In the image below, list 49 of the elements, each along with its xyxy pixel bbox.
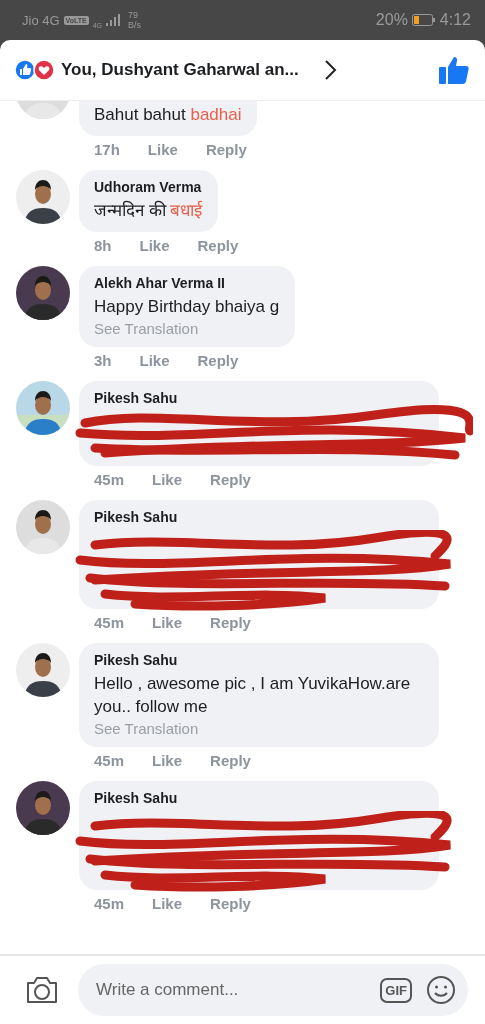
like-link[interactable]: Like: [147, 141, 178, 158]
like-link[interactable]: Like: [152, 752, 183, 769]
reply-link[interactable]: Reply: [205, 141, 247, 158]
like-link[interactable]: Like: [152, 471, 183, 488]
like-reaction-icon: [14, 59, 36, 81]
reply-link[interactable]: Reply: [210, 614, 251, 631]
commenter-name[interactable]: Alekh Ahar Verma II: [94, 275, 280, 291]
carrier-label: Jio 4G: [22, 12, 60, 28]
like-link[interactable]: Like: [152, 895, 183, 912]
reply-link[interactable]: Reply: [210, 471, 251, 488]
thumbs-up-icon[interactable]: [439, 56, 469, 84]
commenter-name[interactable]: Pikesh Sahu: [94, 390, 423, 406]
commenter-name[interactable]: Udhoram Verma: [94, 179, 203, 195]
like-link[interactable]: Like: [139, 237, 170, 254]
comment-time: 45m: [94, 895, 125, 912]
reactions-summary[interactable]: You, Dushyant Gaharwal an...: [61, 60, 299, 80]
signal-icon: [106, 14, 121, 26]
see-translation-link[interactable]: See Translation: [94, 720, 423, 737]
comment-time: 8h: [94, 237, 112, 254]
reply-link[interactable]: Reply: [197, 352, 239, 369]
commenter-name[interactable]: Pikesh Sahu: [94, 790, 423, 806]
comment-time: 45m: [94, 752, 125, 769]
comment-text: जन्मदिन की बधाई: [94, 199, 203, 222]
see-translation-link[interactable]: See Translation: [94, 320, 280, 337]
comment-time: 17h: [94, 141, 120, 158]
comment-time: 3h: [94, 352, 112, 369]
chevron-right-icon[interactable]: [322, 59, 337, 81]
love-reaction-icon: [33, 59, 55, 81]
reply-link[interactable]: Reply: [197, 237, 239, 254]
reply-link[interactable]: Reply: [210, 752, 251, 769]
speed-unit: B/s: [128, 20, 142, 30]
like-link[interactable]: Like: [152, 614, 183, 631]
commenter-name[interactable]: Pikesh Sahu: [94, 509, 423, 525]
clock: 4:12: [439, 11, 471, 29]
reply-link[interactable]: Reply: [210, 895, 251, 912]
commenter-name[interactable]: Pikesh Sahu: [94, 652, 423, 668]
speed-value: 79: [128, 10, 140, 20]
comment-text: Happy Birthday bhaiya g: [94, 296, 280, 318]
like-link[interactable]: Like: [139, 352, 170, 369]
gif-button[interactable]: GIF: [380, 977, 412, 1003]
camera-icon[interactable]: [26, 976, 58, 1004]
comment-text: Hello , awesome pic , I am YuvikaHow.are you.. follow me: [94, 673, 412, 718]
battery-icon: [411, 14, 436, 26]
battery-percent: 20%: [375, 11, 408, 29]
emoji-icon[interactable]: [426, 975, 456, 1005]
comment-text: Bahut bahut badhai: [94, 104, 242, 126]
comment-time: 45m: [94, 471, 125, 488]
comment-time: 45m: [94, 614, 125, 631]
comment-field[interactable]: Write a comment... GIF: [78, 964, 468, 1016]
